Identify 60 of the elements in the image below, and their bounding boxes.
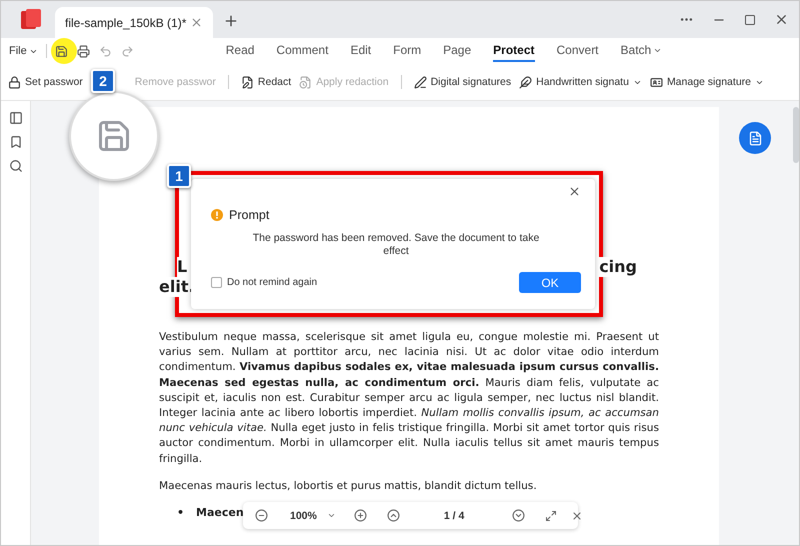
document-icon xyxy=(748,130,762,146)
search-icon[interactable] xyxy=(8,159,22,173)
menu-tab[interactable]: Read xyxy=(226,40,254,62)
dialog-title: Prompt xyxy=(229,208,270,222)
toolbar-button[interactable]: Redact xyxy=(236,76,296,88)
menu-tab[interactable]: Protect xyxy=(493,40,534,62)
toolbar-button[interactable]: Manage signature xyxy=(646,76,768,88)
body-paragraph: Vestibulum neque massa, scelerisque sit amet ligula eu, congue molestie mi. Praesent ut varius sem. Nullam at porttitor arcu, nec lacinia nisi. Ut ac dolor vitae odio interdum condimentum. Vivamus dapibus sodales ex, vitae malesuada ipsum cursus convallis. Maecenas sed egestas nulla, ac condimentum orci. Mauris diam felis, vulputate ac suscipit et, iaculis non est. Curabitur semper arcu ac ligula semper, nec luctus nisl blandit. Integer lacinia ante ac libero lobortis imperdiet. Nullam mollis convallis ipsum, ac accumsan nunc vehicula vitae. Nulla eget justo in felis tristique fringilla. Morbi sit amet tortor quis risus auctor condimentum. Morbi in ullamcorper elit. Nulla iaculis tellus sit amet mauris tempus fringilla. xyxy=(159,330,659,467)
page-indicator: 1 / 4 xyxy=(444,510,464,522)
close-icon[interactable] xyxy=(774,12,789,27)
toolbar-button[interactable]: Digital signatures xyxy=(410,76,516,88)
menu-tab[interactable]: Convert xyxy=(556,40,599,62)
dialog-message: The password has been removed. Save the document to take effect xyxy=(252,232,540,258)
save-icon[interactable] xyxy=(54,44,68,58)
document-tab[interactable]: file-sample_150kB (1)* xyxy=(55,7,213,38)
zoom-out-icon[interactable] xyxy=(255,509,268,522)
zoom-level[interactable]: 100% xyxy=(290,510,317,522)
body-paragraph: Maecenas mauris lectus, lobortis et purus mattis, blandit dictum tellus. xyxy=(159,478,538,494)
bookmark-icon[interactable] xyxy=(8,135,22,149)
bullet-item: Maecen xyxy=(196,506,244,520)
bullet-marker: • xyxy=(177,506,184,520)
close-icon[interactable] xyxy=(571,510,584,522)
app-logo xyxy=(19,7,43,31)
maximize-icon[interactable] xyxy=(744,14,756,26)
close-icon[interactable] xyxy=(190,16,203,29)
menu-tab[interactable]: Batch xyxy=(620,40,662,62)
id-card-icon xyxy=(650,76,663,88)
heading-text: L xyxy=(177,257,188,277)
scrollbar-thumb[interactable] xyxy=(793,107,799,163)
save-icon xyxy=(96,118,132,154)
callout-number: 1 xyxy=(167,164,191,188)
file-menu[interactable]: File xyxy=(9,45,38,57)
document-clock-icon xyxy=(299,76,312,88)
outline-icon[interactable] xyxy=(8,111,22,125)
caret-icon[interactable] xyxy=(326,511,336,520)
feather-icon xyxy=(519,76,532,88)
previous-page-icon[interactable] xyxy=(386,509,400,522)
pen-icon xyxy=(414,76,427,88)
warning-icon xyxy=(211,209,223,221)
menu-tab[interactable]: Comment xyxy=(276,40,328,62)
menu-tab[interactable]: Edit xyxy=(350,40,372,62)
callout-number: 2 xyxy=(91,69,115,93)
heading-text: cing xyxy=(599,257,637,277)
next-page-icon[interactable] xyxy=(512,509,526,522)
convert-to-word-button[interactable] xyxy=(739,122,771,154)
checkbox[interactable] xyxy=(211,277,222,288)
menu-tab[interactable]: Page xyxy=(443,40,472,62)
expand-icon[interactable] xyxy=(545,510,558,522)
printer-icon[interactable] xyxy=(76,44,90,58)
lock-icon xyxy=(8,76,21,88)
close-icon[interactable] xyxy=(568,185,581,198)
checkbox-label: Do not remind again xyxy=(227,277,318,288)
menu-tab[interactable]: Form xyxy=(393,40,422,62)
highlight-circle xyxy=(51,38,77,64)
plus-icon[interactable] xyxy=(223,13,239,29)
zoom-in-icon[interactable] xyxy=(354,509,367,522)
toolbar-button[interactable]: Set passwor xyxy=(4,76,87,88)
document-pen-icon xyxy=(240,76,254,88)
ok-button[interactable]: OK xyxy=(519,272,581,293)
toolbar-button[interactable]: Handwritten signatu xyxy=(515,76,646,88)
